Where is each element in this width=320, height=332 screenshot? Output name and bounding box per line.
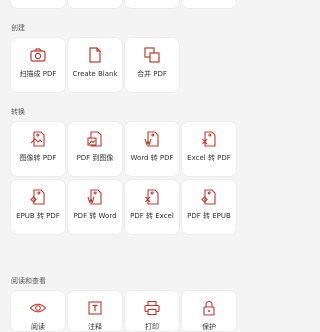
- card-label: Excel 转 PDF: [187, 154, 231, 162]
- card-label: 图像转 PDF: [19, 154, 57, 162]
- excel-to-pdf-card[interactable]: Excel 转 PDF: [182, 122, 236, 176]
- eye-icon: [29, 299, 47, 317]
- section-title-convert: 转换: [11, 108, 25, 116]
- card-label: 合并 PDF: [137, 70, 167, 78]
- pdf-to-image-icon: [86, 130, 104, 148]
- pdf-to-image-card[interactable]: PDF 到图像: [68, 122, 122, 176]
- card-label: PDF 转 Excel: [130, 212, 174, 220]
- read-card[interactable]: 阅读: [11, 291, 65, 331]
- card-label: EPUB 转 PDF: [16, 212, 60, 220]
- card-label: 打印: [145, 323, 159, 331]
- pdf-to-word-card[interactable]: PDF 转 Word: [68, 180, 122, 234]
- pdf-to-epub-card[interactable]: PDF 转 EPUB: [182, 180, 236, 234]
- annotate-card[interactable]: 注释: [68, 291, 122, 331]
- excel-to-pdf-icon: [200, 130, 218, 148]
- card-label: 保护: [202, 323, 216, 331]
- lock-icon: [200, 299, 218, 317]
- protect-card[interactable]: 保护: [182, 291, 236, 331]
- epub-to-pdf-icon: [29, 188, 47, 206]
- camera-icon: [29, 46, 47, 64]
- pdf-to-epub-icon: [200, 188, 218, 206]
- section-title-create: 创建: [11, 24, 25, 32]
- word-to-pdf-card[interactable]: Word 转 PDF: [125, 122, 179, 176]
- card-label: PDF 到图像: [76, 154, 114, 162]
- pdf-to-excel-card[interactable]: PDF 转 Excel: [125, 180, 179, 234]
- card-label: Word 转 PDF: [130, 154, 174, 162]
- merge-icon: [143, 46, 161, 64]
- annotate-icon: [86, 299, 104, 317]
- image-to-pdf-card[interactable]: 图像转 PDF: [11, 122, 65, 176]
- pdf-to-word-icon: [86, 188, 104, 206]
- image-to-pdf-icon: [29, 130, 47, 148]
- section-title-read: 阅读和查看: [11, 277, 46, 285]
- tool-card[interactable]: [182, 0, 236, 8]
- card-label: 扫描成 PDF: [19, 70, 57, 78]
- card-label: 阅读: [31, 323, 45, 331]
- print-card[interactable]: 打印: [125, 291, 179, 331]
- card-label: PDF 转 EPUB: [187, 212, 231, 220]
- tool-card[interactable]: [68, 0, 122, 8]
- card-label: 注释: [88, 323, 102, 331]
- blank-page-icon: [86, 46, 104, 64]
- tool-card[interactable]: [125, 0, 179, 8]
- word-to-pdf-icon: [143, 130, 161, 148]
- create-blank-card[interactable]: Create Blank: [68, 38, 122, 92]
- epub-to-pdf-card[interactable]: EPUB 转 PDF: [11, 180, 65, 234]
- pdf-to-excel-icon: [143, 188, 161, 206]
- tool-card[interactable]: [11, 0, 65, 8]
- scan-to-pdf-card[interactable]: 扫描成 PDF: [11, 38, 65, 92]
- merge-pdf-card[interactable]: 合并 PDF: [125, 38, 179, 92]
- printer-icon: [143, 299, 161, 317]
- card-label: Create Blank: [72, 70, 118, 78]
- card-label: PDF 转 Word: [73, 212, 117, 220]
